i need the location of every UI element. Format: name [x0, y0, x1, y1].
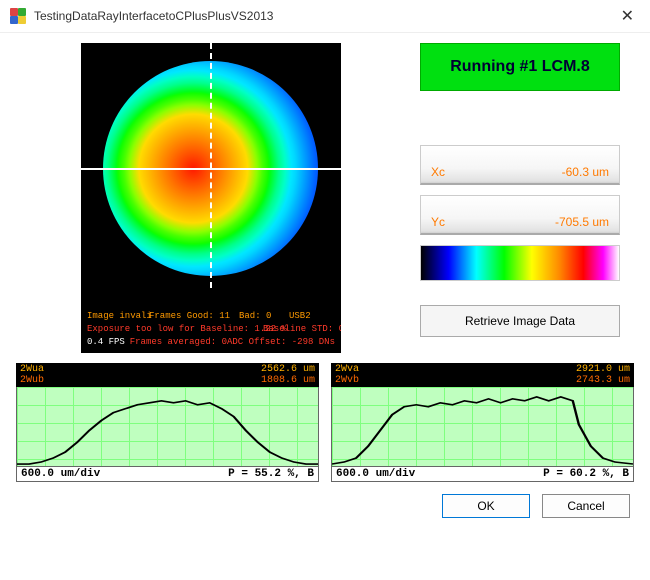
yc-readout[interactable]: Yc -705.5 um: [420, 195, 620, 235]
window-title: TestingDataRayInterfacetoCPlusPlusVS2013: [34, 9, 615, 23]
profile-stat: P = 60.2 %, B: [543, 468, 629, 480]
color-palette-bar[interactable]: [420, 245, 620, 281]
beam-profile-image: Image invali Frames Good: 11 Bad: 0 USB2…: [81, 43, 341, 353]
profile-div: 600.0 um/div: [21, 468, 100, 480]
profile-div: 600.0 um/div: [336, 468, 415, 480]
profile-v-chart[interactable]: [331, 387, 634, 467]
title-bar: TestingDataRayInterfacetoCPlusPlusVS2013…: [0, 0, 650, 33]
profile-label: 2Wva: [335, 364, 359, 375]
profile-stat: P = 55.2 %, B: [228, 468, 314, 480]
retrieve-image-data-button[interactable]: Retrieve Image Data: [420, 305, 620, 337]
cancel-button[interactable]: Cancel: [542, 494, 630, 518]
status-banner: Running #1 LCM.8: [420, 43, 620, 91]
profile-label: 2Wub: [20, 375, 44, 386]
metric-value: -60.3 um: [562, 165, 609, 179]
profile-v-panel: 2Wva 2921.0 um 2Wvb 2743.3 um 600.0 um/d…: [331, 363, 634, 482]
crosshair-vertical: [210, 43, 212, 288]
app-icon: [10, 8, 26, 24]
profile-value: 1808.6 um: [261, 375, 315, 386]
close-icon[interactable]: ✕: [615, 6, 640, 26]
metric-label: Xc: [431, 165, 562, 179]
metric-label: Yc: [431, 215, 555, 229]
beam-overlay-text: Image invali Frames Good: 11 Bad: 0 USB2…: [87, 310, 335, 349]
profile-value: 2743.3 um: [576, 375, 630, 386]
ok-button[interactable]: OK: [442, 494, 530, 518]
metric-value: -705.5 um: [555, 215, 609, 229]
xc-readout[interactable]: Xc -60.3 um: [420, 145, 620, 185]
profile-label: 2Wvb: [335, 375, 359, 386]
profile-value: 2921.0 um: [576, 364, 630, 375]
profile-value: 2562.6 um: [261, 364, 315, 375]
profile-u-panel: 2Wua 2562.6 um 2Wub 1808.6 um 600.0 um/d…: [16, 363, 319, 482]
profile-label: 2Wua: [20, 364, 44, 375]
profile-u-chart[interactable]: [16, 387, 319, 467]
